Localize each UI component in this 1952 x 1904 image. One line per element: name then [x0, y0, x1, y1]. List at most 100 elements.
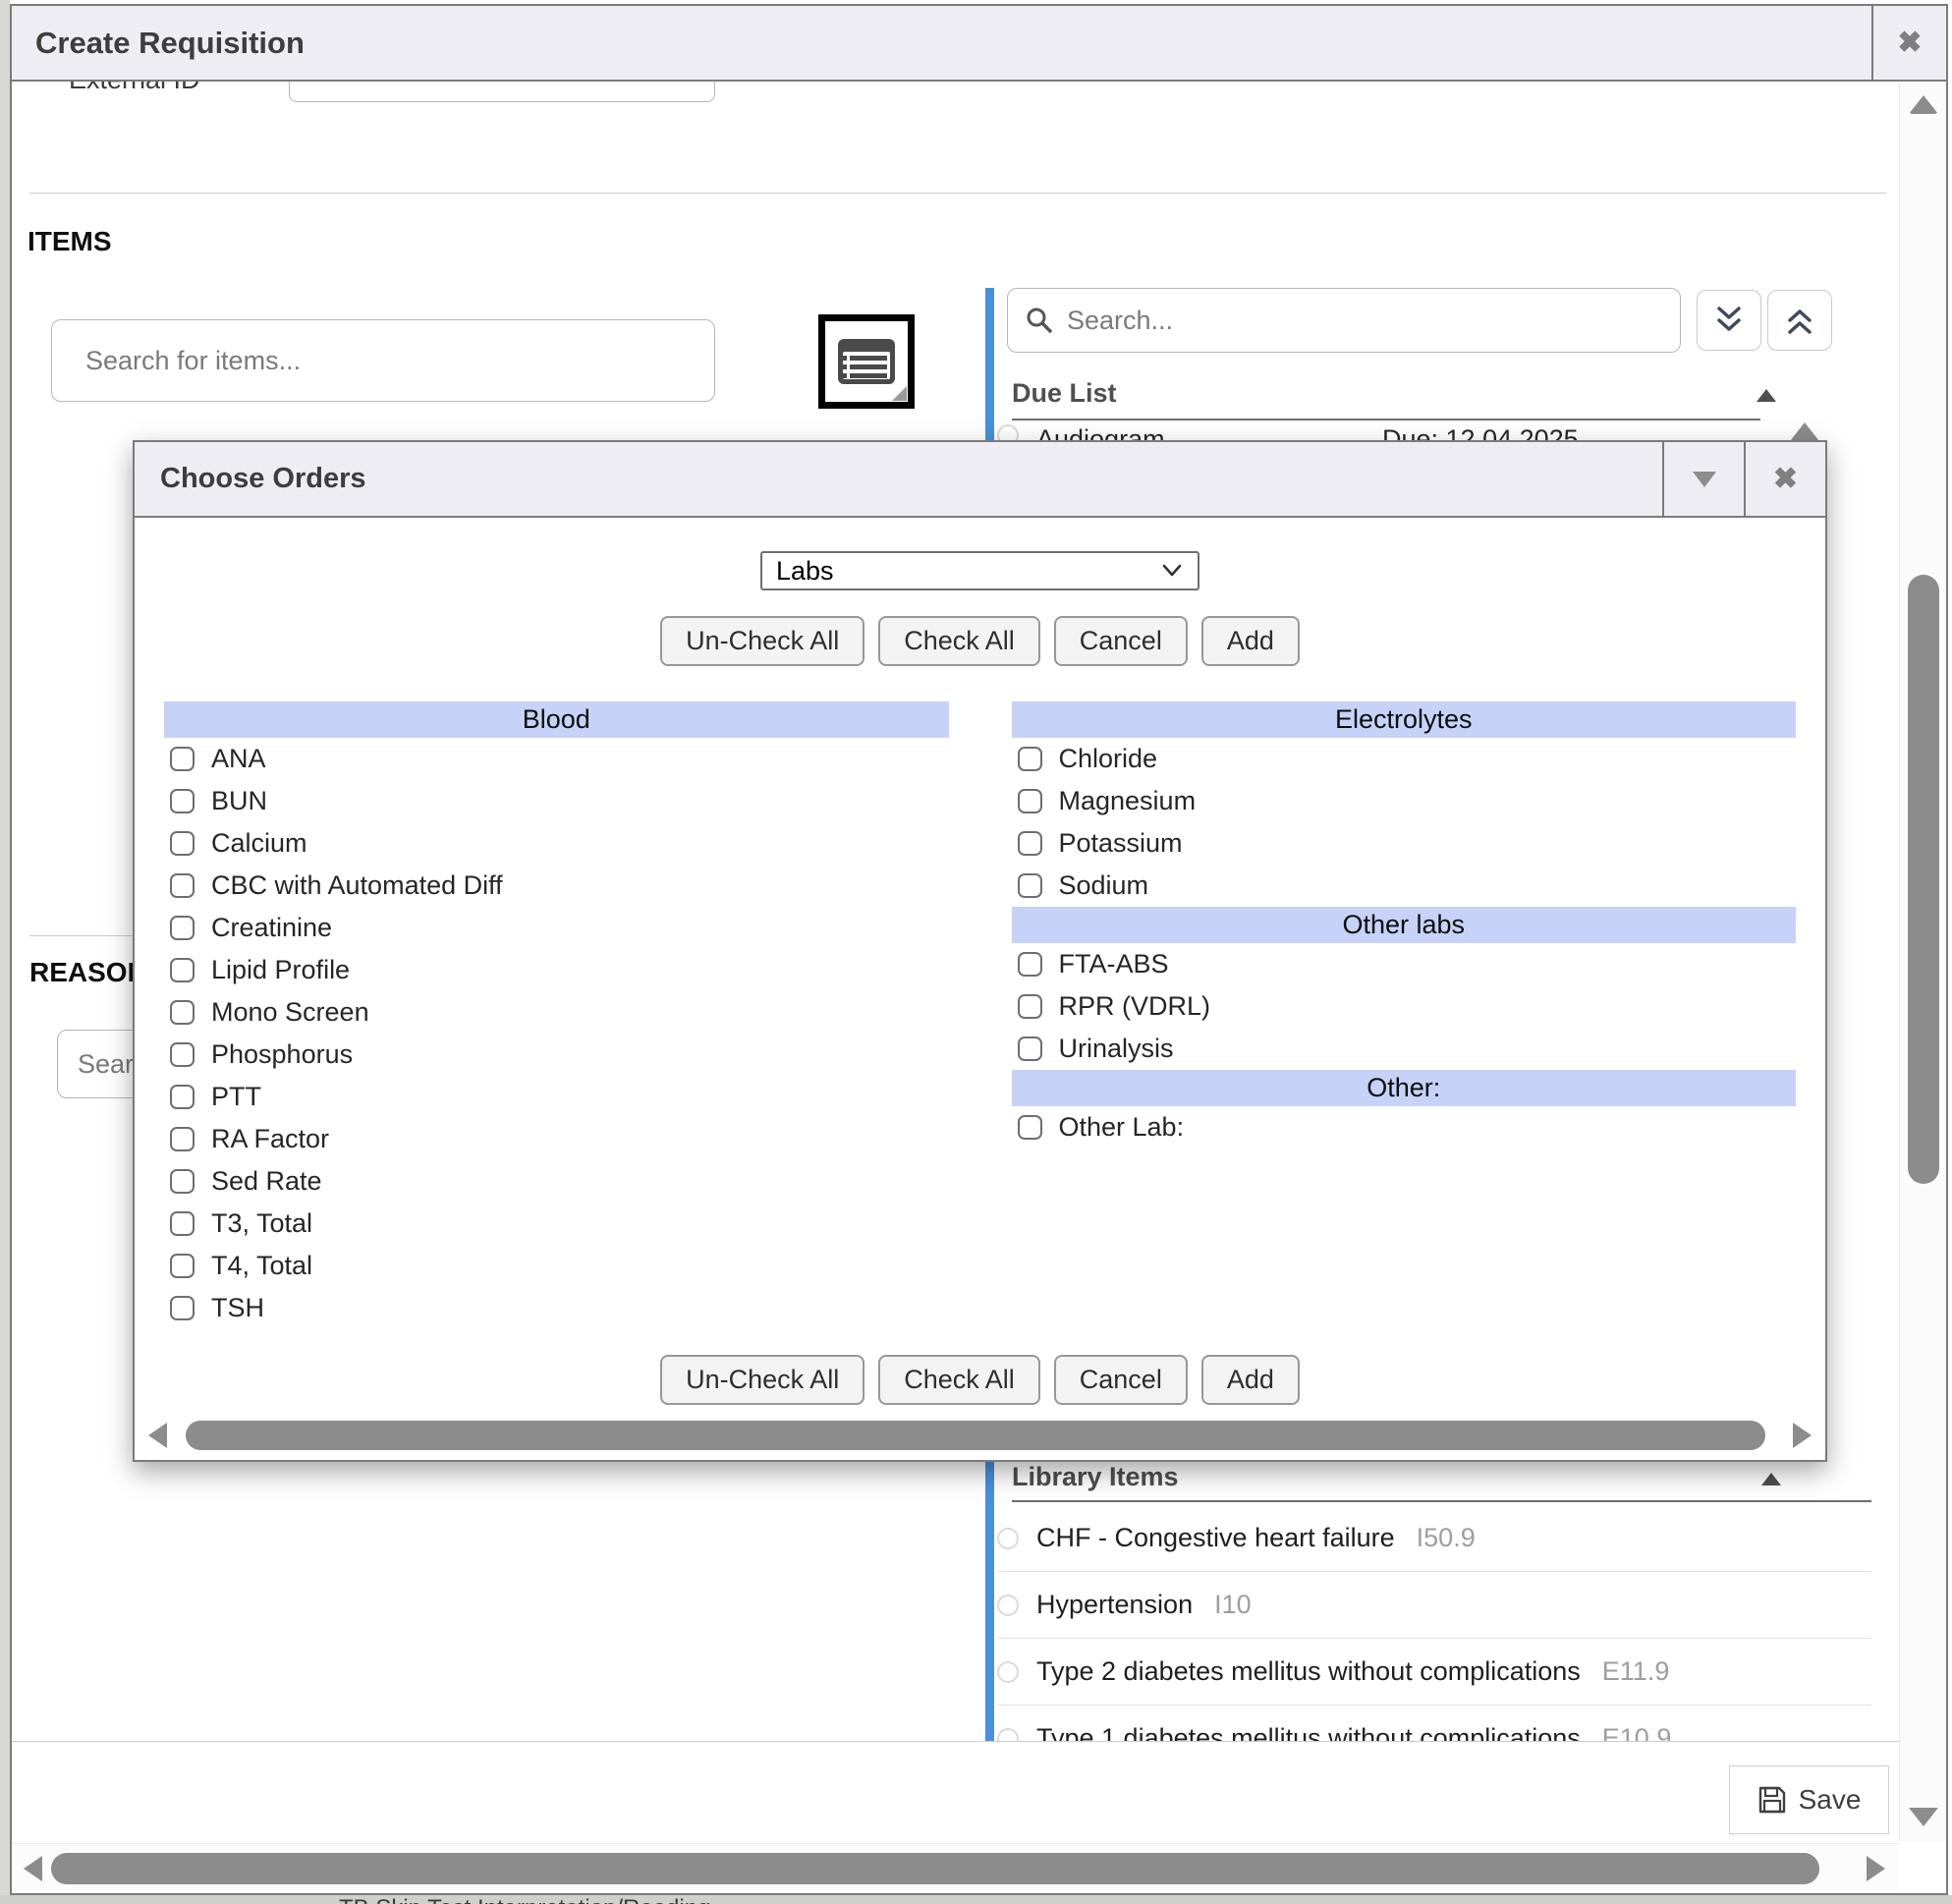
checkbox-icon[interactable] [170, 916, 195, 940]
vertical-scroll-thumb[interactable] [1908, 575, 1939, 1184]
cancel-button[interactable]: Cancel [1054, 1355, 1188, 1405]
modal-horizontal-scrollbar[interactable] [140, 1417, 1819, 1454]
save-button[interactable]: Save [1729, 1765, 1889, 1834]
category-select[interactable]: Labs [760, 551, 1199, 590]
order-checkbox-row[interactable]: PTT [164, 1076, 949, 1118]
check-all-button[interactable]: Check All [878, 616, 1040, 666]
order-checkbox-row[interactable]: RA Factor [164, 1118, 949, 1160]
checkbox-icon[interactable] [1018, 789, 1042, 813]
order-checkbox-row[interactable]: RPR (VDRL) [1012, 985, 1797, 1028]
scroll-left-icon[interactable] [24, 1856, 42, 1881]
order-label: Mono Screen [211, 997, 369, 1028]
order-checkbox-row[interactable]: Lipid Profile [164, 949, 949, 991]
right-panel-search[interactable] [1007, 288, 1681, 353]
checkbox-icon[interactable] [1018, 873, 1042, 898]
right-panel-search-input[interactable] [1067, 306, 1617, 336]
un-check-all-button[interactable]: Un-Check All [660, 1355, 864, 1405]
cancel-button[interactable]: Cancel [1054, 616, 1188, 666]
order-checkbox-row[interactable]: Sed Rate [164, 1160, 949, 1203]
order-checkbox-row[interactable]: Potassium [1012, 822, 1797, 865]
library-item-row[interactable]: HypertensionI10 [997, 1572, 1871, 1639]
check-all-button[interactable]: Check All [878, 1355, 1040, 1405]
checkbox-icon[interactable] [1018, 994, 1042, 1019]
checkbox-icon[interactable] [170, 831, 195, 856]
order-label: Potassium [1059, 828, 1183, 859]
un-check-all-button[interactable]: Un-Check All [660, 616, 864, 666]
order-label: Urinalysis [1059, 1034, 1174, 1064]
reasons-search-input[interactable] [57, 1030, 135, 1098]
checkbox-icon[interactable] [170, 958, 195, 982]
scroll-right-icon[interactable] [1867, 1856, 1885, 1881]
due-list-rule [1012, 419, 1760, 420]
order-checkbox-row[interactable]: Calcium [164, 822, 949, 865]
order-label: RA Factor [211, 1124, 329, 1154]
order-label: T4, Total [211, 1251, 312, 1281]
add-button[interactable]: Add [1201, 616, 1300, 666]
checkbox-icon[interactable] [1018, 952, 1042, 977]
due-list-scroll-up-icon[interactable] [1790, 422, 1819, 441]
choose-orders-button[interactable] [818, 314, 915, 409]
order-checkbox-row[interactable]: T3, Total [164, 1203, 949, 1245]
order-checkbox-row[interactable]: ANA [164, 738, 949, 780]
library-item-code: E10.9 [1602, 1723, 1672, 1741]
library-item-row[interactable]: Type 1 diabetes mellitus without complic… [997, 1706, 1871, 1741]
checkbox-icon[interactable] [170, 1211, 195, 1236]
background-bottom-strip: TB Skin Test Interpretation/Reading [0, 1895, 1952, 1904]
order-checkbox-row[interactable]: Phosphorus [164, 1034, 949, 1076]
order-checkbox-row[interactable]: T4, Total [164, 1245, 949, 1287]
order-checkbox-row[interactable]: Chloride [1012, 738, 1797, 780]
expand-all-button[interactable] [1767, 290, 1832, 351]
radio-icon[interactable] [997, 1528, 1019, 1549]
order-checkbox-row[interactable]: Creatinine [164, 907, 949, 949]
radio-icon[interactable] [997, 424, 1019, 441]
radio-icon[interactable] [997, 1661, 1019, 1683]
checkbox-icon[interactable] [1018, 747, 1042, 771]
radio-icon[interactable] [997, 1728, 1019, 1742]
scroll-down-icon[interactable] [1909, 1808, 1938, 1826]
order-checkbox-row[interactable]: Mono Screen [164, 991, 949, 1034]
order-checkbox-row[interactable]: TSH [164, 1287, 949, 1329]
checkbox-icon[interactable] [170, 1127, 195, 1151]
vertical-scrollbar[interactable] [1899, 84, 1946, 1842]
due-list-item-partial[interactable]: Audiogram Due: 12.04.2025 [997, 424, 1744, 441]
library-collapse-icon[interactable] [1761, 1473, 1781, 1485]
order-checkbox-row[interactable]: Urinalysis [1012, 1028, 1797, 1070]
add-button[interactable]: Add [1201, 1355, 1300, 1405]
library-item-code: I50.9 [1417, 1523, 1476, 1553]
items-search-input[interactable] [51, 319, 715, 402]
order-checkbox-row[interactable]: FTA-ABS [1012, 943, 1797, 985]
order-checkbox-row[interactable]: Other Lab: [1012, 1106, 1797, 1148]
collapse-all-button[interactable] [1697, 290, 1761, 351]
checkbox-icon[interactable] [1018, 831, 1042, 856]
checkbox-icon[interactable] [170, 1296, 195, 1320]
order-checkbox-row[interactable]: BUN [164, 780, 949, 822]
checkbox-icon[interactable] [170, 747, 195, 771]
checkbox-icon[interactable] [170, 789, 195, 813]
order-checkbox-row[interactable]: CBC with Automated Diff [164, 865, 949, 907]
checkbox-icon[interactable] [170, 1254, 195, 1278]
order-checkbox-row[interactable]: Magnesium [1012, 780, 1797, 822]
scroll-up-icon[interactable] [1909, 95, 1938, 114]
order-label: CBC with Automated Diff [211, 870, 503, 901]
modal-scroll-thumb[interactable] [186, 1421, 1765, 1450]
scroll-left-icon[interactable] [148, 1423, 167, 1448]
order-checkbox-row[interactable]: Sodium [1012, 865, 1797, 907]
dialog-close-button[interactable]: ✖ [1871, 6, 1946, 80]
radio-icon[interactable] [997, 1595, 1019, 1616]
horizontal-scrollbar[interactable] [12, 1843, 1899, 1893]
modal-minimize-button[interactable] [1662, 442, 1744, 516]
checkbox-icon[interactable] [170, 1000, 195, 1025]
checkbox-icon[interactable] [170, 1085, 195, 1109]
library-item-row[interactable]: CHF - Congestive heart failureI50.9 [997, 1505, 1871, 1572]
library-item-row[interactable]: Type 2 diabetes mellitus without complic… [997, 1639, 1871, 1706]
checkbox-icon[interactable] [1018, 1036, 1042, 1061]
scroll-right-icon[interactable] [1793, 1423, 1812, 1448]
library-item-name: Hypertension [1036, 1590, 1193, 1620]
due-list-collapse-icon[interactable] [1757, 389, 1776, 402]
checkbox-icon[interactable] [170, 1042, 195, 1067]
checkbox-icon[interactable] [1018, 1115, 1042, 1140]
modal-close-button[interactable]: ✖ [1744, 442, 1825, 516]
checkbox-icon[interactable] [170, 1169, 195, 1194]
checkbox-icon[interactable] [170, 873, 195, 898]
horizontal-scroll-thumb[interactable] [51, 1853, 1819, 1884]
